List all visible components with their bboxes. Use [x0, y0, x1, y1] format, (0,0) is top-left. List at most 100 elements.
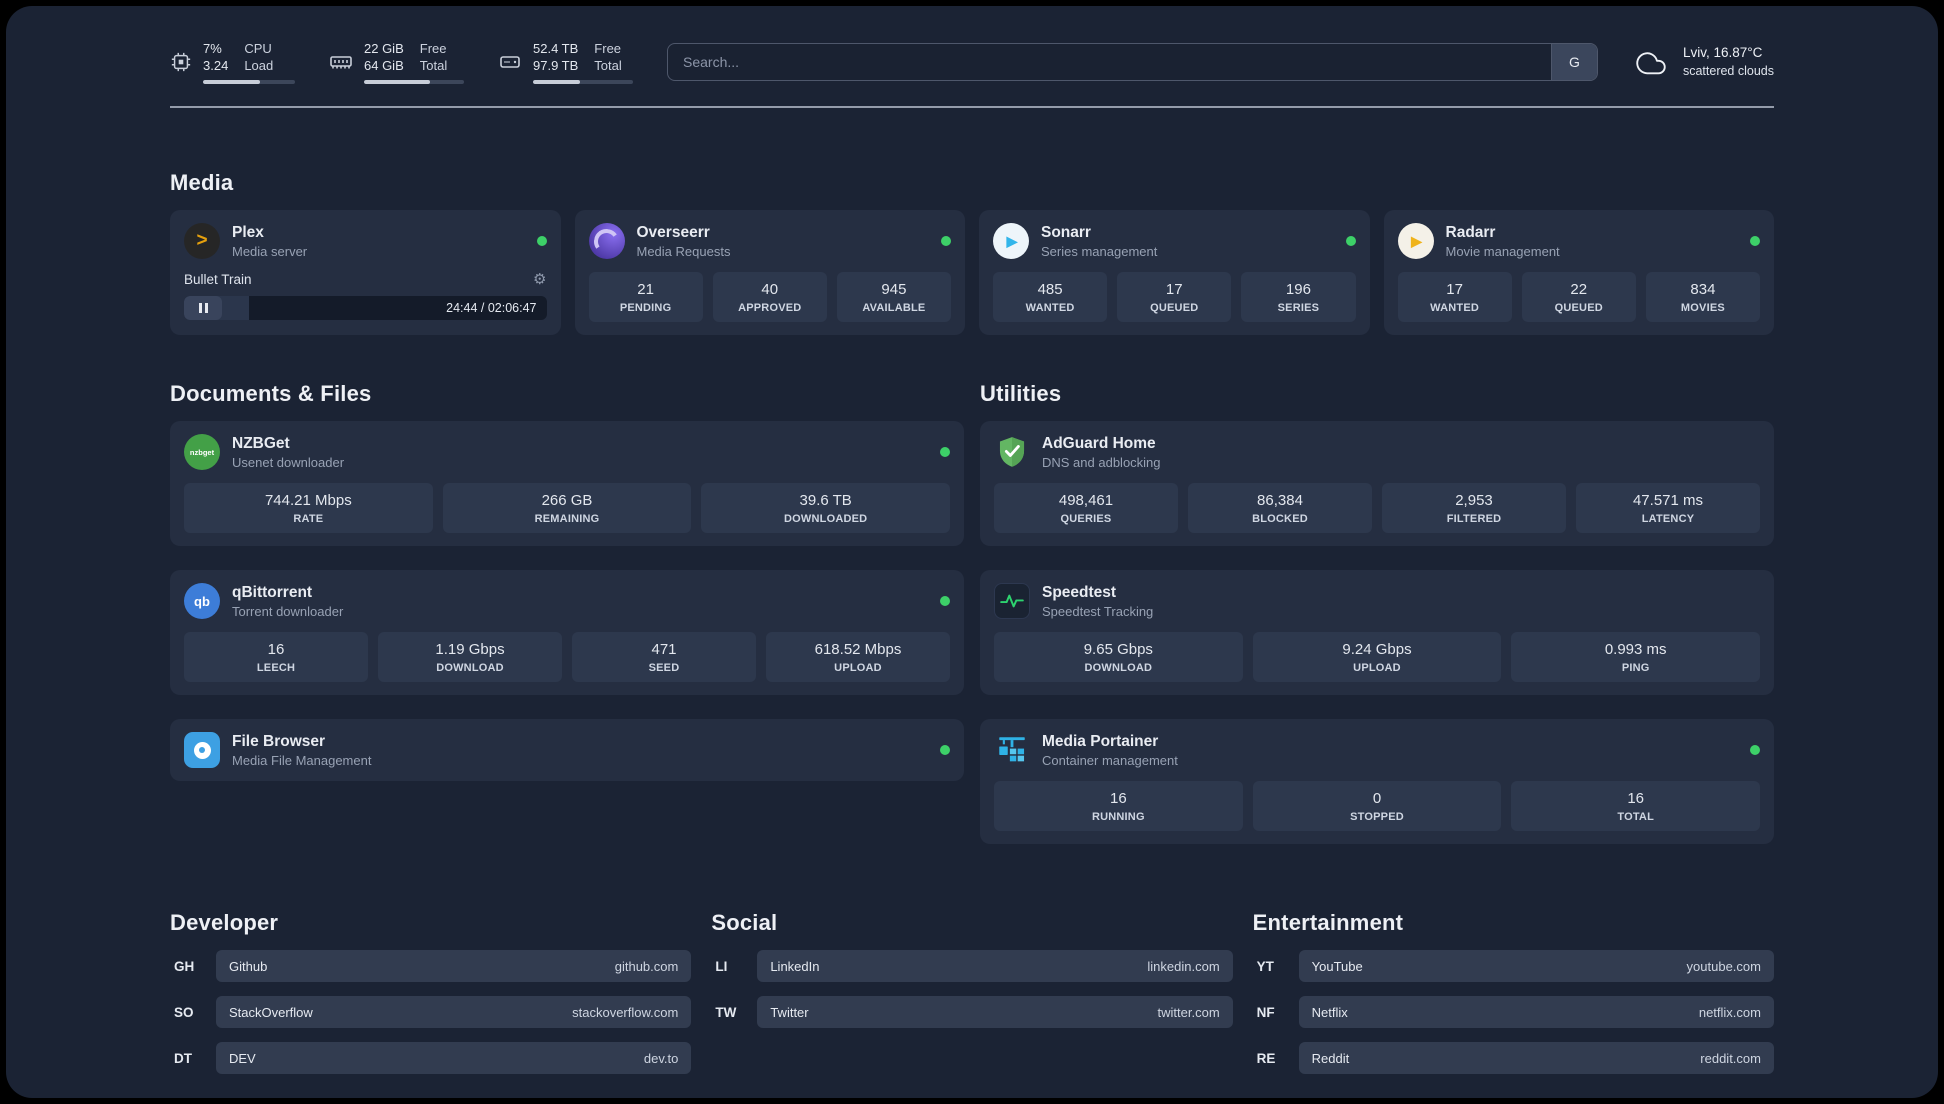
card-plex[interactable]: > Plex Media server Bullet Train ⚙ 24:44…: [170, 210, 561, 335]
overseerr-status-dot: [941, 236, 951, 246]
stat-tile: 0 STOPPED: [1252, 781, 1502, 831]
stat-value: 485: [1037, 281, 1063, 298]
link-name: Reddit: [1311, 1050, 1350, 1066]
disk-labels: Free Total: [594, 40, 621, 74]
pause-button[interactable]: [184, 296, 222, 320]
section-documents: Documents & Files nzbget NZBGet Usenet d…: [170, 381, 964, 844]
stat-value: 471: [651, 641, 677, 658]
stat-tile: 16 RUNNING: [994, 781, 1243, 831]
stat-value: 498,461: [1058, 492, 1114, 509]
speedtest-header: Speedtest Speedtest Tracking: [994, 583, 1760, 619]
stat-tile: 618.52 Mbps UPLOAD: [766, 632, 950, 682]
stat-value: 86,384: [1257, 492, 1303, 509]
link-github[interactable]: GH Github github.com: [170, 950, 692, 982]
nzbget-icon: nzbget: [184, 434, 220, 470]
card-speedtest[interactable]: Speedtest Speedtest Tracking 9.65 Gbps D…: [980, 570, 1774, 695]
link-linkedin[interactable]: LI LinkedIn linkedin.com: [711, 950, 1233, 982]
search-bar: G: [667, 43, 1598, 81]
disk-progress-bar: [533, 80, 633, 84]
stat-value: 17: [1165, 281, 1183, 298]
stat-tile: 9.65 Gbps DOWNLOAD: [994, 632, 1243, 682]
stat-value: 16: [1627, 790, 1645, 807]
stat-value: 17: [1446, 281, 1463, 298]
card-nzbget[interactable]: nzbget NZBGet Usenet downloader 744.21 M…: [170, 421, 964, 546]
weather-location-temp: Lviv, 16.87°C: [1682, 45, 1763, 60]
gear-icon[interactable]: ⚙: [533, 272, 546, 287]
stat-value: 266 GB: [541, 492, 593, 509]
qbittorrent-header: qb qBittorrent Torrent downloader: [184, 583, 950, 619]
ram-label-1: Free: [419, 41, 447, 56]
link-youtube[interactable]: YT YouTube youtube.com: [1253, 950, 1774, 982]
portainer-header: Media Portainer Container management: [994, 732, 1760, 768]
card-sonarr[interactable]: ▶ Sonarr Series management 485 WANTED 17…: [979, 210, 1370, 335]
link-pill: Reddit reddit.com: [1298, 1042, 1774, 1074]
link-pill: DEV dev.to: [216, 1042, 692, 1074]
stat-value: 9.24 Gbps: [1342, 641, 1412, 658]
stat-tile: 1.19 Gbps DOWNLOAD: [378, 632, 562, 682]
nzbget-status-dot: [940, 447, 950, 457]
card-filebrowser[interactable]: File Browser Media File Management: [170, 719, 964, 781]
disk-values: 52.4 TB 97.9 TB: [533, 40, 578, 74]
disk-total: 97.9 TB: [533, 58, 579, 73]
cloud-icon: [1636, 52, 1666, 75]
link-url: linkedin.com: [1147, 958, 1220, 974]
link-pill: Github github.com: [216, 950, 692, 982]
overseerr-name: Overseerr: [636, 224, 710, 241]
stat-tile: 744.21 Mbps RATE: [184, 483, 433, 533]
disk-metric: 52.4 TB 97.9 TB Free Total: [498, 40, 633, 84]
stat-label: QUERIES: [1060, 513, 1112, 525]
section-media: Media > Plex Media server Bullet Train ⚙: [170, 170, 1774, 335]
search-engine-button[interactable]: G: [1550, 44, 1597, 80]
sonarr-name: Sonarr: [1041, 224, 1091, 241]
stat-label: BLOCKED: [1252, 513, 1308, 525]
link-twitter[interactable]: TW Twitter twitter.com: [711, 996, 1233, 1028]
link-url: dev.to: [643, 1050, 679, 1066]
search-input[interactable]: [668, 44, 1551, 80]
developer-section-title: Developer: [170, 910, 279, 935]
card-portainer[interactable]: Media Portainer Container management 16 …: [980, 719, 1774, 844]
cpu-label-2: Load: [244, 58, 274, 73]
link-reddit[interactable]: RE Reddit reddit.com: [1253, 1042, 1774, 1074]
ram-free: 22 GiB: [364, 41, 404, 56]
stat-label: REMAINING: [534, 513, 600, 525]
stat-tile: 16 TOTAL: [1511, 781, 1761, 831]
link-pill: Netflix netflix.com: [1298, 996, 1774, 1028]
link-stackoverflow[interactable]: SO StackOverflow stackoverflow.com: [170, 996, 692, 1028]
stat-label: QUEUED: [1150, 302, 1199, 314]
stat-label: LEECH: [256, 662, 296, 674]
stat-label: DOWNLOAD: [1084, 662, 1153, 674]
media-card-row: > Plex Media server Bullet Train ⚙ 24:44…: [170, 210, 1774, 335]
link-dev[interactable]: DT DEV dev.to: [170, 1042, 692, 1074]
card-qbittorrent[interactable]: qb qBittorrent Torrent downloader 16 LEE…: [170, 570, 964, 695]
stat-tile: 471 SEED: [572, 632, 756, 682]
portainer-status-dot: [1750, 745, 1760, 755]
entertainment-section-title: Entertainment: [1252, 910, 1404, 935]
disk-free: 52.4 TB: [533, 41, 579, 56]
netflix-abbr: NF: [1256, 1004, 1275, 1020]
adguard-header: AdGuard Home DNS and adblocking: [994, 434, 1760, 470]
filebrowser-icon: [184, 732, 220, 768]
stat-label: RUNNING: [1091, 811, 1145, 823]
twitter-abbr: TW: [715, 1004, 737, 1020]
card-adguard[interactable]: AdGuard Home DNS and adblocking 498,461 …: [980, 421, 1774, 546]
stat-label: SEED: [648, 662, 680, 674]
ram-icon: [330, 56, 352, 69]
stat-value: 21: [637, 281, 654, 298]
nzbget-header: nzbget NZBGet Usenet downloader: [184, 434, 950, 470]
dev-abbr: DT: [174, 1050, 192, 1066]
link-pill: LinkedIn linkedin.com: [757, 950, 1233, 982]
stat-value: 47.571 ms: [1632, 492, 1704, 509]
plex-desc: Media server: [232, 244, 308, 259]
card-overseerr[interactable]: Overseerr Media Requests 21 PENDING 40 A…: [574, 210, 965, 335]
overseerr-desc: Media Requests: [636, 244, 731, 259]
portainer-name: Media Portainer: [1042, 733, 1159, 750]
plex-status-dot: [536, 236, 547, 246]
ram-values: 22 GiB 64 GiB: [364, 40, 404, 74]
qbittorrent-name: qBittorrent: [232, 584, 313, 601]
stat-label: MOVIES: [1680, 302, 1725, 314]
card-radarr[interactable]: ▶ Radarr Movie management 17 WANTED 22 Q…: [1383, 210, 1774, 335]
cpu-labels: CPU Load: [244, 40, 273, 74]
ram-labels: Free Total: [420, 40, 447, 74]
link-netflix[interactable]: NF Netflix netflix.com: [1253, 996, 1774, 1028]
stat-tile: 0.993 ms PING: [1511, 632, 1761, 682]
